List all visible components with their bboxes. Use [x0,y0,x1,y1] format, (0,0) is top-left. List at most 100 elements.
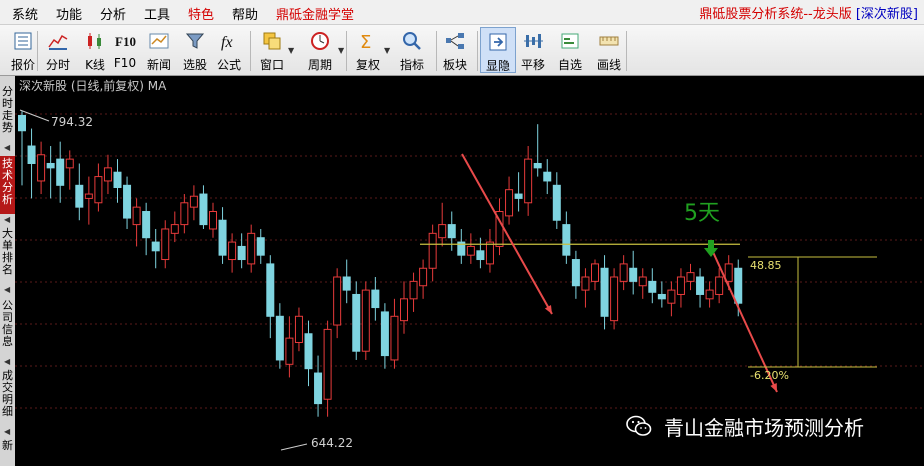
pan-icon [524,34,543,48]
candle-body [285,337,294,365]
candle-body [428,232,437,269]
candle-body [266,263,275,317]
candle-body [237,245,246,261]
candle-body [705,289,714,300]
candle-body [409,280,418,300]
side-tab-6[interactable]: 新 [0,438,15,462]
candle-body [199,193,208,226]
menu-5[interactable]: 特色 [188,4,214,23]
toolbar-button-7[interactable]: fx 公式 [214,27,244,73]
toolbar-separator [436,31,437,71]
toolbar-button-3[interactable]: K线 [80,27,110,73]
candle-body [65,158,74,169]
menu-1[interactable]: 系统 [12,4,38,23]
candle-body [610,276,619,322]
candle-body [686,272,695,282]
toolbar-button-15[interactable]: 自选 [555,27,585,73]
side-tab-label: 公司信息 [2,299,13,348]
toolbar-button-6[interactable]: 选股 [179,27,211,73]
toolbar-button-label: 画线 [596,58,621,72]
side-tab-5[interactable]: 成交明细 [0,368,15,426]
candle-body [314,372,323,405]
side-tab-4[interactable]: 公司信息 [0,298,15,356]
period-dropdown-icon[interactable]: ▼ [338,46,344,55]
candle-body [514,193,523,199]
indicator-icon [403,32,421,50]
kline-chart[interactable]: 794.32 644.22 5天 48.85 -6.20% [15,76,924,466]
buy-marker-stem [708,240,714,248]
high-price-label: 794.32 [51,115,93,129]
menu-2[interactable]: 功能 [56,4,82,23]
candle-body [447,224,456,239]
toolbar-button-9[interactable]: 周期 [302,27,338,73]
candle-body [361,289,370,352]
formula-icon: fx [221,34,233,51]
side-tab-label: 技术分析 [2,157,13,206]
toolbar-button-label: 自选 [557,58,582,72]
low-pointer-line [280,443,308,451]
toolbar-button-14[interactable]: 平移 [518,27,548,73]
toolbar: 报价 分时 K线 F10 F10 新闻 选股 fx 公式 窗口 周期 Σ 复权 指标 板块 显隐 平移 自选 画线 ▼… [0,25,924,76]
toolbar-button-label: 选股 [182,58,207,72]
watchlist-icon [561,33,579,49]
candle-body [75,184,84,208]
toolbar-button-2[interactable]: 分时 [42,27,74,73]
toolbar-button-10[interactable]: Σ 复权 [352,27,384,73]
toolbar-button-12[interactable]: 板块 [440,27,470,73]
candle-body [170,224,179,234]
f10-icon: F10 [115,34,136,49]
adjust-icon: Σ [360,32,371,52]
draw-line-icon [599,36,619,46]
toolbar-button-label: 分时 [45,58,70,72]
window-dropdown-icon[interactable]: ▼ [288,46,294,55]
menu-bar: 系统 功能 分析 工具 特色 帮助 鼎砥金融学堂 鼎砥股票分析系统--龙头版 [深次新股] [0,0,924,25]
days-annotation: 5天 [684,201,720,226]
toolbar-button-label: 新闻 [146,58,171,72]
candle-body [476,250,485,261]
down-arrow-icon [704,248,718,257]
side-tab-1[interactable]: 分时走势 [0,84,15,142]
menu-6[interactable]: 帮助 [232,4,258,23]
toolbar-button-11[interactable]: 指标 [396,27,428,73]
candle-body [275,315,284,361]
menu-3[interactable]: 分析 [100,4,126,23]
toolbar-button-4[interactable]: F10 F10 [110,27,140,73]
side-tab-arrow-icon: ◀ [4,357,11,366]
candle-body [638,276,647,287]
trend-arrow-1 [461,153,553,315]
candle-body [256,237,265,256]
adjust-dropdown-icon[interactable]: ▼ [384,46,390,55]
candle-body [352,293,361,352]
candle-body [619,263,628,282]
candle-body [438,224,447,239]
candle-body [505,189,514,217]
candle-body [648,280,657,293]
toolbar-button-1[interactable]: 报价 [8,27,38,73]
side-tab-2[interactable]: 技术分析 [0,156,15,214]
side-tab-arrow-icon: ◀ [4,285,11,294]
menu-4[interactable]: 工具 [144,4,170,23]
sector-icon [446,33,464,49]
menu-7[interactable]: 鼎砥金融学堂 [276,4,354,23]
toolbar-separator [346,31,347,71]
side-tab-label: 大单排名 [2,227,13,276]
candle-body [333,276,342,326]
candle-body [571,259,580,287]
toolbar-button-label: 公式 [216,58,241,72]
toolbar-button-16[interactable]: 画线 [592,27,626,73]
window-icon [263,32,281,50]
toolbar-button-5[interactable]: 新闻 [144,27,174,73]
candle-body [218,219,227,256]
candle-body [323,328,332,400]
candle-body [552,184,561,221]
watermark-text: 青山金融市场预测分析 [664,416,864,440]
toolbar-button-8[interactable]: 窗口 [256,27,288,73]
candle-body [37,154,46,182]
toolbar-button-13[interactable]: 显隐 [480,27,516,73]
toolbar-separator [477,31,478,71]
candle-body [209,211,217,230]
candle-body [629,267,638,282]
toolbar-separator [37,31,38,71]
candle-body [591,263,599,282]
side-tab-3[interactable]: 大单排名 [0,226,15,284]
